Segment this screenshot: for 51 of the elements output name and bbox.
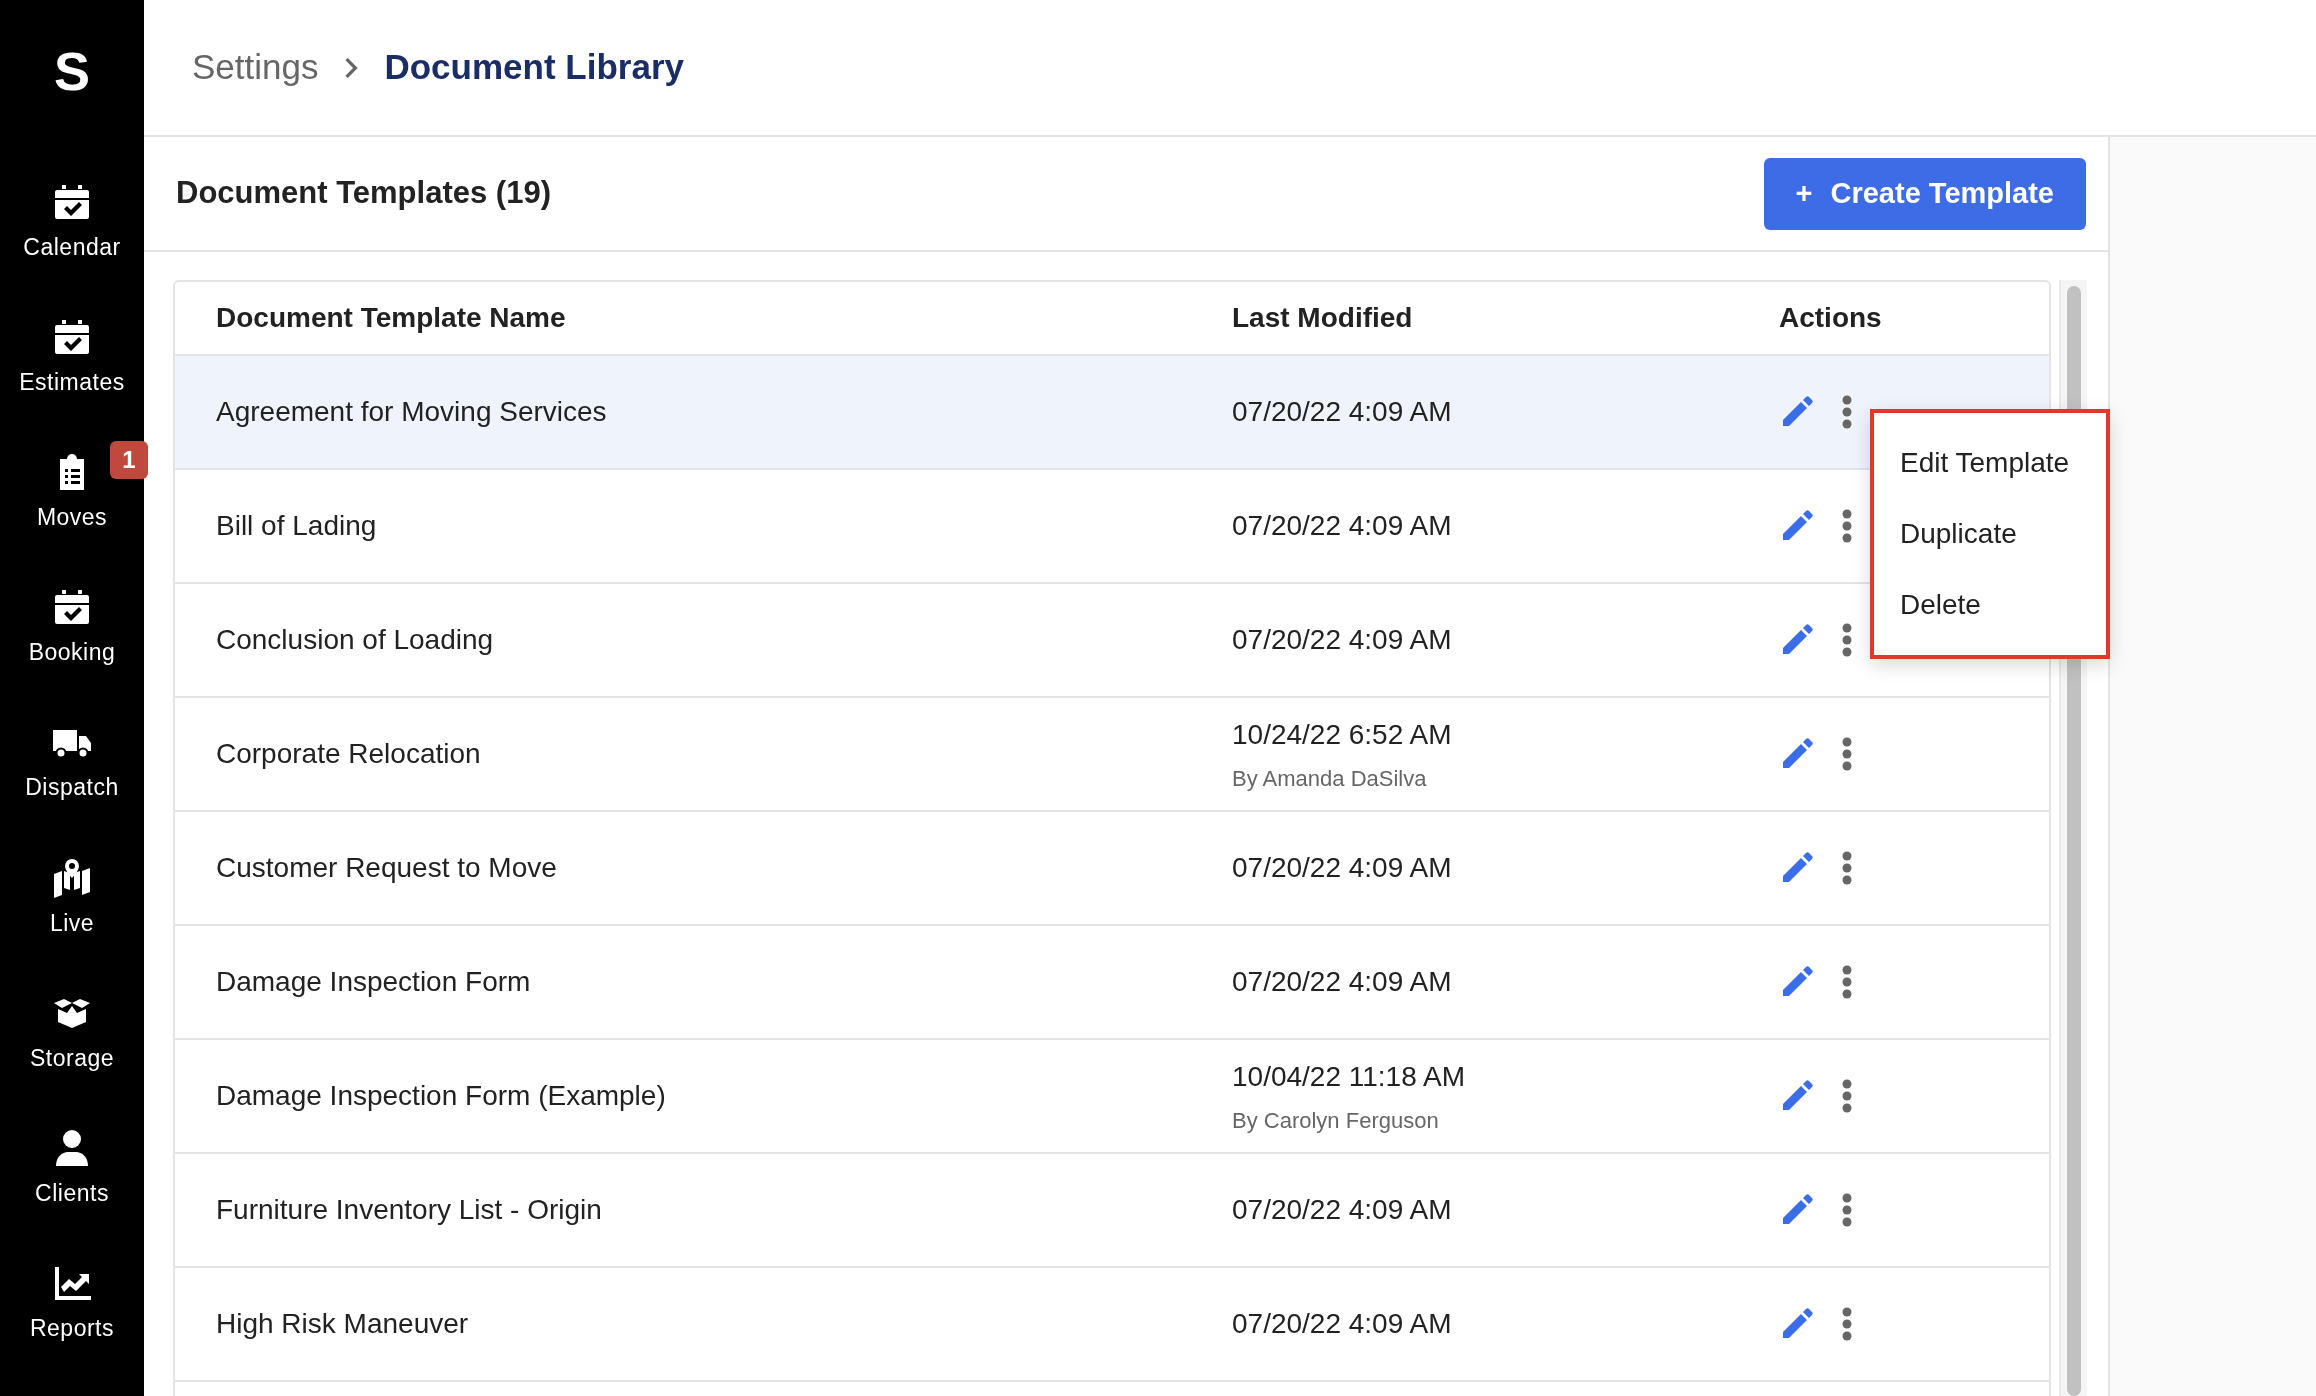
nav-label[interactable]: Dispatch [25,770,119,805]
nav-label[interactable]: Live [49,905,95,941]
map-pin-icon[interactable] [52,857,92,898]
template-name[interactable]: Conclusion of Loading [216,619,1232,661]
modified-date: 07/20/22 4:09 AM [1232,1307,1453,1341]
modified-date: 07/20/22 4:09 AM [1232,623,1453,657]
template-name[interactable]: Damage Inspection Form [216,961,1232,1003]
template-name[interactable]: High Risk Maneuver [216,1303,1232,1345]
more-options-icon[interactable] [1841,1192,1853,1228]
modified-date: 07/20/22 4:09 AM [1232,509,1453,543]
create-template-button[interactable]: + Create Template [1763,157,2086,230]
logo: S [54,44,90,98]
more-options-icon[interactable] [1841,394,1853,430]
more-options-icon[interactable] [1841,964,1853,1000]
modified-date: 07/20/22 4:09 AM [1232,851,1453,885]
template-name[interactable]: Furniture Inventory List - Origin [216,1189,1232,1231]
nav-label[interactable]: Clients [35,1175,109,1211]
nav-label[interactable]: Storage [29,1040,115,1076]
modified-by: By Amanda DaSilva [1232,764,1428,793]
template-name[interactable]: Damage Inspection Form (Example) [216,1075,1232,1117]
modified-by: By Carolyn Ferguson [1232,1106,1440,1135]
template-name[interactable]: Agreement for Moving Services [216,391,1232,433]
column-header: Last Modified [1232,301,1414,335]
more-options-icon[interactable] [1841,508,1853,544]
notification-badge: 1 [109,441,148,480]
more-options-icon[interactable] [1841,1078,1853,1114]
nav-label[interactable]: Moves [36,500,108,535]
menu-item[interactable]: Duplicate [1874,498,2106,570]
calendar-check-icon[interactable] [52,182,92,222]
modified-date: 10/24/22 6:52 AM [1232,717,1453,752]
page-title: Document Library [384,46,684,89]
menu-item[interactable]: Delete [1874,569,2106,641]
column-header: Document Template Name [216,301,567,335]
section-title: Document Templates (19) [176,174,551,213]
template-name[interactable]: Corporate Relocation [216,733,1232,775]
modified-date: 07/20/22 4:09 AM [1232,395,1453,429]
template-name[interactable]: Bill of Lading [216,505,1232,547]
modified-date: 07/20/22 4:09 AM [1232,965,1453,999]
nav-label[interactable]: Booking [28,635,116,670]
modified-date: 07/20/22 4:09 AM [1232,1193,1453,1227]
nav-label[interactable]: Calendar [23,230,121,265]
more-options-icon[interactable] [1841,1306,1853,1342]
modified-date: 10/04/22 11:18 AM [1232,1059,1466,1094]
column-header: Actions [1779,301,1882,335]
more-options-icon[interactable] [1841,622,1853,658]
more-options-icon[interactable] [1841,850,1853,886]
more-options-icon[interactable] [1841,736,1853,772]
nav-label[interactable]: Estimates [19,365,125,400]
breadcrumb-link[interactable]: Settings [192,41,319,94]
nav-label[interactable]: Reports [29,1310,114,1346]
template-name[interactable]: Customer Request to Move [216,847,1232,889]
